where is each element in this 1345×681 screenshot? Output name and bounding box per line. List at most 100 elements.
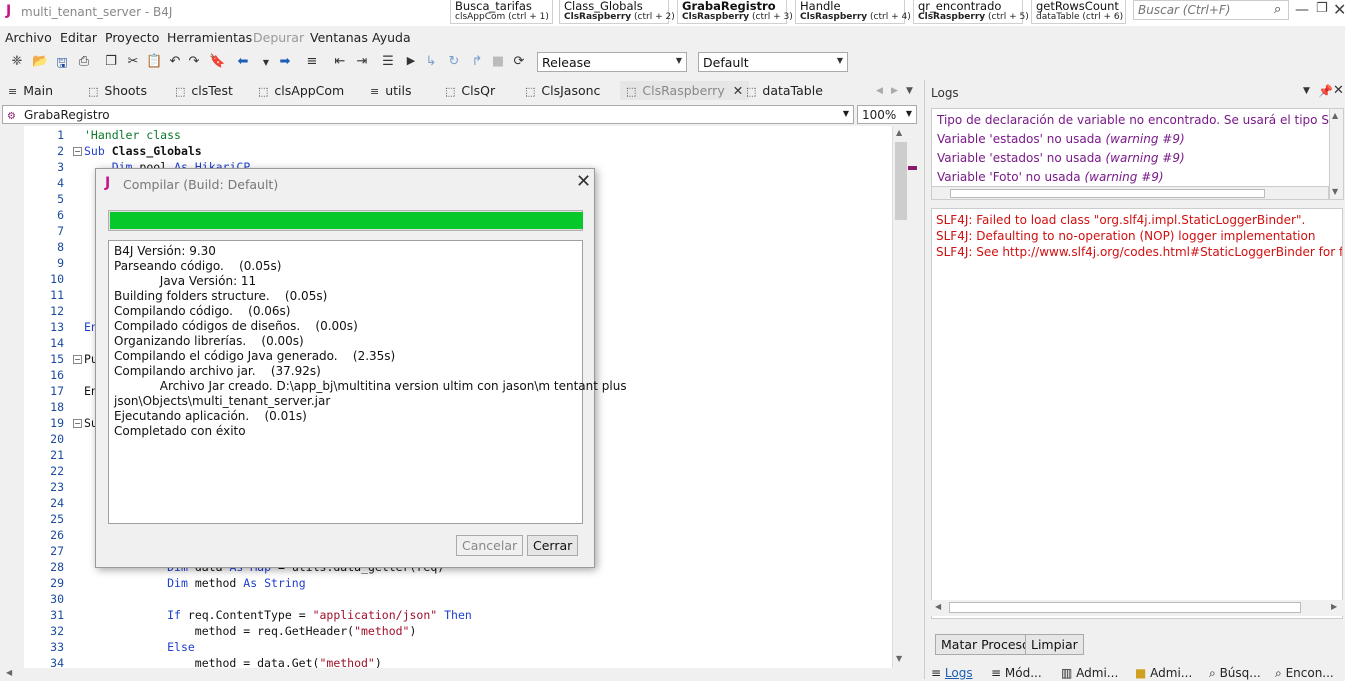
fold-toggle-icon[interactable]: − — [73, 419, 82, 428]
logs-pane: Logs ▼ 📌 ✕ Tipo de declaración de variab… — [924, 80, 1345, 680]
warnings-vertical-scrollbar[interactable]: ▲ ▼ — [1329, 108, 1344, 200]
scroll-left-icon[interactable]: ◀ — [6, 668, 12, 677]
cut-icon[interactable]: ✂ — [125, 54, 141, 69]
navigate-forward-icon[interactable]: ➡ — [277, 54, 293, 69]
tab-clsjasonc[interactable]: ⬚ ClsJasonc — [525, 83, 600, 98]
scroll-left-icon[interactable]: ◀ — [935, 602, 941, 611]
search-input[interactable] — [1134, 1, 1264, 19]
warning-marker[interactable] — [908, 166, 917, 170]
editor-horizontal-scrollbar[interactable]: ◀ — [0, 668, 918, 679]
tab-logs[interactable]: ≡ Logs — [931, 666, 973, 680]
fold-toggle-icon[interactable]: − — [73, 147, 82, 156]
tab-clsraspberry[interactable]: ⬚ ClsRaspberry ✕ — [620, 81, 750, 100]
menu-herramientas[interactable]: Herramientas — [167, 30, 252, 45]
tab-modules[interactable]: ≡ Mód... — [991, 666, 1042, 680]
run-icon[interactable]: ▶ — [403, 54, 419, 67]
scroll-up-icon[interactable]: ▲ — [1332, 111, 1338, 120]
close-button[interactable]: Cerrar — [527, 535, 579, 556]
warning-entry[interactable]: Tipo de declaración de variable no encon… — [937, 113, 1332, 127]
menu-proyecto[interactable]: Proyecto — [105, 30, 159, 45]
line-number: 12 — [50, 304, 64, 318]
tab-clsqr[interactable]: ⬚ ClsQr — [445, 83, 495, 98]
tab-list-icon[interactable]: ▼ — [906, 86, 913, 96]
target-config-select[interactable]: Default ▼ — [698, 52, 848, 72]
clear-logs-button[interactable]: Limpiar — [1025, 634, 1084, 655]
scroll-thumb[interactable] — [895, 142, 907, 220]
comment-icon[interactable]: ≡ — [304, 54, 320, 69]
search-box: ⌕ — [1133, 0, 1289, 20]
log-output[interactable]: SLF4J: Failed to load class "org.slf4j.i… — [931, 208, 1343, 619]
new-project-icon[interactable]: ❈ — [9, 54, 25, 69]
tab-datatable[interactable]: ⬚ dataTable — [746, 83, 823, 98]
chevron-down-icon[interactable]: ▼ — [258, 58, 274, 67]
print-icon[interactable]: ⎙ — [76, 54, 92, 69]
build-log[interactable]: B4J Versión: 9.30 Parseando código. (0.05… — [108, 240, 627, 524]
tab-clstest[interactable]: ⬚ clsTest — [175, 83, 233, 98]
stop-icon[interactable]: ■ — [490, 54, 506, 69]
close-pane-icon[interactable]: ✕ — [1333, 83, 1344, 98]
tab-libraries-manager[interactable]: ■ Admi... — [1135, 666, 1192, 680]
tab-scroll-left-icon[interactable]: ◀ — [876, 86, 883, 96]
tab-main[interactable]: ≡ Main — [8, 83, 53, 98]
bookmark-icon[interactable]: 🔖 — [209, 54, 225, 69]
tab-clsappcom[interactable]: ⬚ clsAppCom — [258, 83, 344, 98]
quick-tab-class-globals[interactable]: Class_Globals ClsRaspberry (ctrl + 2) — [559, 0, 675, 24]
warning-entry[interactable]: Variable 'estados' no usada (warning #9) — [937, 151, 1185, 165]
warning-entry[interactable]: Variable 'Foto' no usada (warning #9) — [937, 170, 1164, 184]
menu-archivo[interactable]: Archivo — [5, 30, 52, 45]
tab-files-manager[interactable]: ▥ Admi... — [1061, 666, 1118, 680]
indent-icon[interactable]: ⇥ — [354, 54, 370, 69]
menu-depurar[interactable]: Depurar — [253, 30, 304, 45]
redo-icon[interactable]: ↷ — [186, 54, 202, 69]
close-tab-icon[interactable]: ✕ — [733, 83, 743, 98]
build-log-line: Compilado códigos de diseños. (0.00s) — [114, 319, 358, 333]
save-icon[interactable]: 🖫 — [54, 54, 70, 76]
warning-entry[interactable]: Variable 'estados' no usada (warning #9) — [937, 132, 1185, 146]
quick-tab-handle[interactable]: Handle ClsRaspberry (ctrl + 4) — [795, 0, 911, 24]
undo-icon[interactable]: ↶ — [167, 54, 183, 69]
quick-tab-graba-registro[interactable]: GrabaRegistro ClsRaspberry (ctrl + 3) — [677, 0, 793, 24]
scroll-up-icon[interactable]: ▲ — [896, 128, 902, 137]
menu-editar[interactable]: Editar — [60, 30, 97, 45]
scroll-thumb[interactable] — [949, 602, 1301, 613]
scroll-thumb[interactable] — [950, 189, 1265, 198]
pin-icon[interactable]: 📌 — [1318, 84, 1333, 98]
restart-icon[interactable]: ⟳ — [511, 54, 527, 69]
cancel-button[interactable]: Cancelar — [456, 535, 524, 556]
copy-icon[interactable]: ❐ — [103, 54, 119, 69]
scroll-down-icon[interactable]: ▼ — [896, 654, 902, 663]
scroll-down-icon[interactable]: ▼ — [1332, 187, 1338, 196]
search-icon[interactable]: ⌕ — [1274, 2, 1281, 17]
step-out-icon[interactable]: ↱ — [469, 54, 485, 69]
line-number: 20 — [50, 432, 64, 446]
minimize-icon[interactable]: — — [1295, 2, 1309, 18]
tab-utils[interactable]: ≡ utils — [370, 83, 412, 98]
kill-process-button[interactable]: Matar Proceso — [935, 634, 1036, 655]
zoom-select[interactable]: 100% ▼ — [857, 105, 917, 124]
menu-ventanas[interactable]: Ventanas — [310, 30, 368, 45]
quick-tab-get-rows-count[interactable]: getRowsCount dataTable (ctrl + 6) — [1031, 0, 1126, 24]
step-over-icon[interactable]: ↻ — [446, 54, 462, 69]
close-window-icon[interactable]: ✕ — [1333, 0, 1345, 19]
menu-ayuda[interactable]: Ayuda — [372, 30, 411, 45]
build-config-select[interactable]: Release ▼ — [537, 52, 687, 72]
pane-menu-icon[interactable]: ▼ — [1303, 86, 1310, 96]
quick-tab-busca-tarifas[interactable]: Busca_tarifas clsAppCom (ctrl + 1) — [450, 0, 553, 24]
step-into-icon[interactable]: ↳ — [423, 54, 439, 69]
navigate-back-icon[interactable]: ⬅ — [235, 54, 251, 69]
warnings-horizontal-scrollbar[interactable] — [931, 186, 1329, 200]
log-horizontal-scrollbar[interactable]: ◀ ▶ — [931, 600, 1343, 616]
tab-scroll-right-icon[interactable]: ▶ — [891, 86, 898, 96]
paste-icon[interactable]: 📋 — [146, 54, 162, 69]
scroll-right-icon[interactable]: ▶ — [1331, 602, 1337, 611]
restore-icon[interactable]: ❐ — [1316, 1, 1328, 16]
tab-shoots[interactable]: ⬚ Shoots — [88, 83, 147, 98]
block-icon[interactable]: ☰ — [380, 54, 396, 69]
fold-toggle-icon[interactable]: − — [73, 355, 82, 364]
outdent-icon[interactable]: ⇤ — [332, 54, 348, 69]
quick-tab-qr-encontrado[interactable]: qr_encontrado ClsRaspberry (ctrl + 5) — [913, 0, 1029, 24]
open-folder-icon[interactable]: 📂 — [32, 54, 48, 69]
close-icon[interactable]: ✕ — [576, 171, 591, 192]
sub-select[interactable]: ⚙ GrabaRegistro ▼ — [2, 105, 854, 124]
editor-vertical-scrollbar[interactable]: ▲ ▼ — [892, 126, 908, 668]
